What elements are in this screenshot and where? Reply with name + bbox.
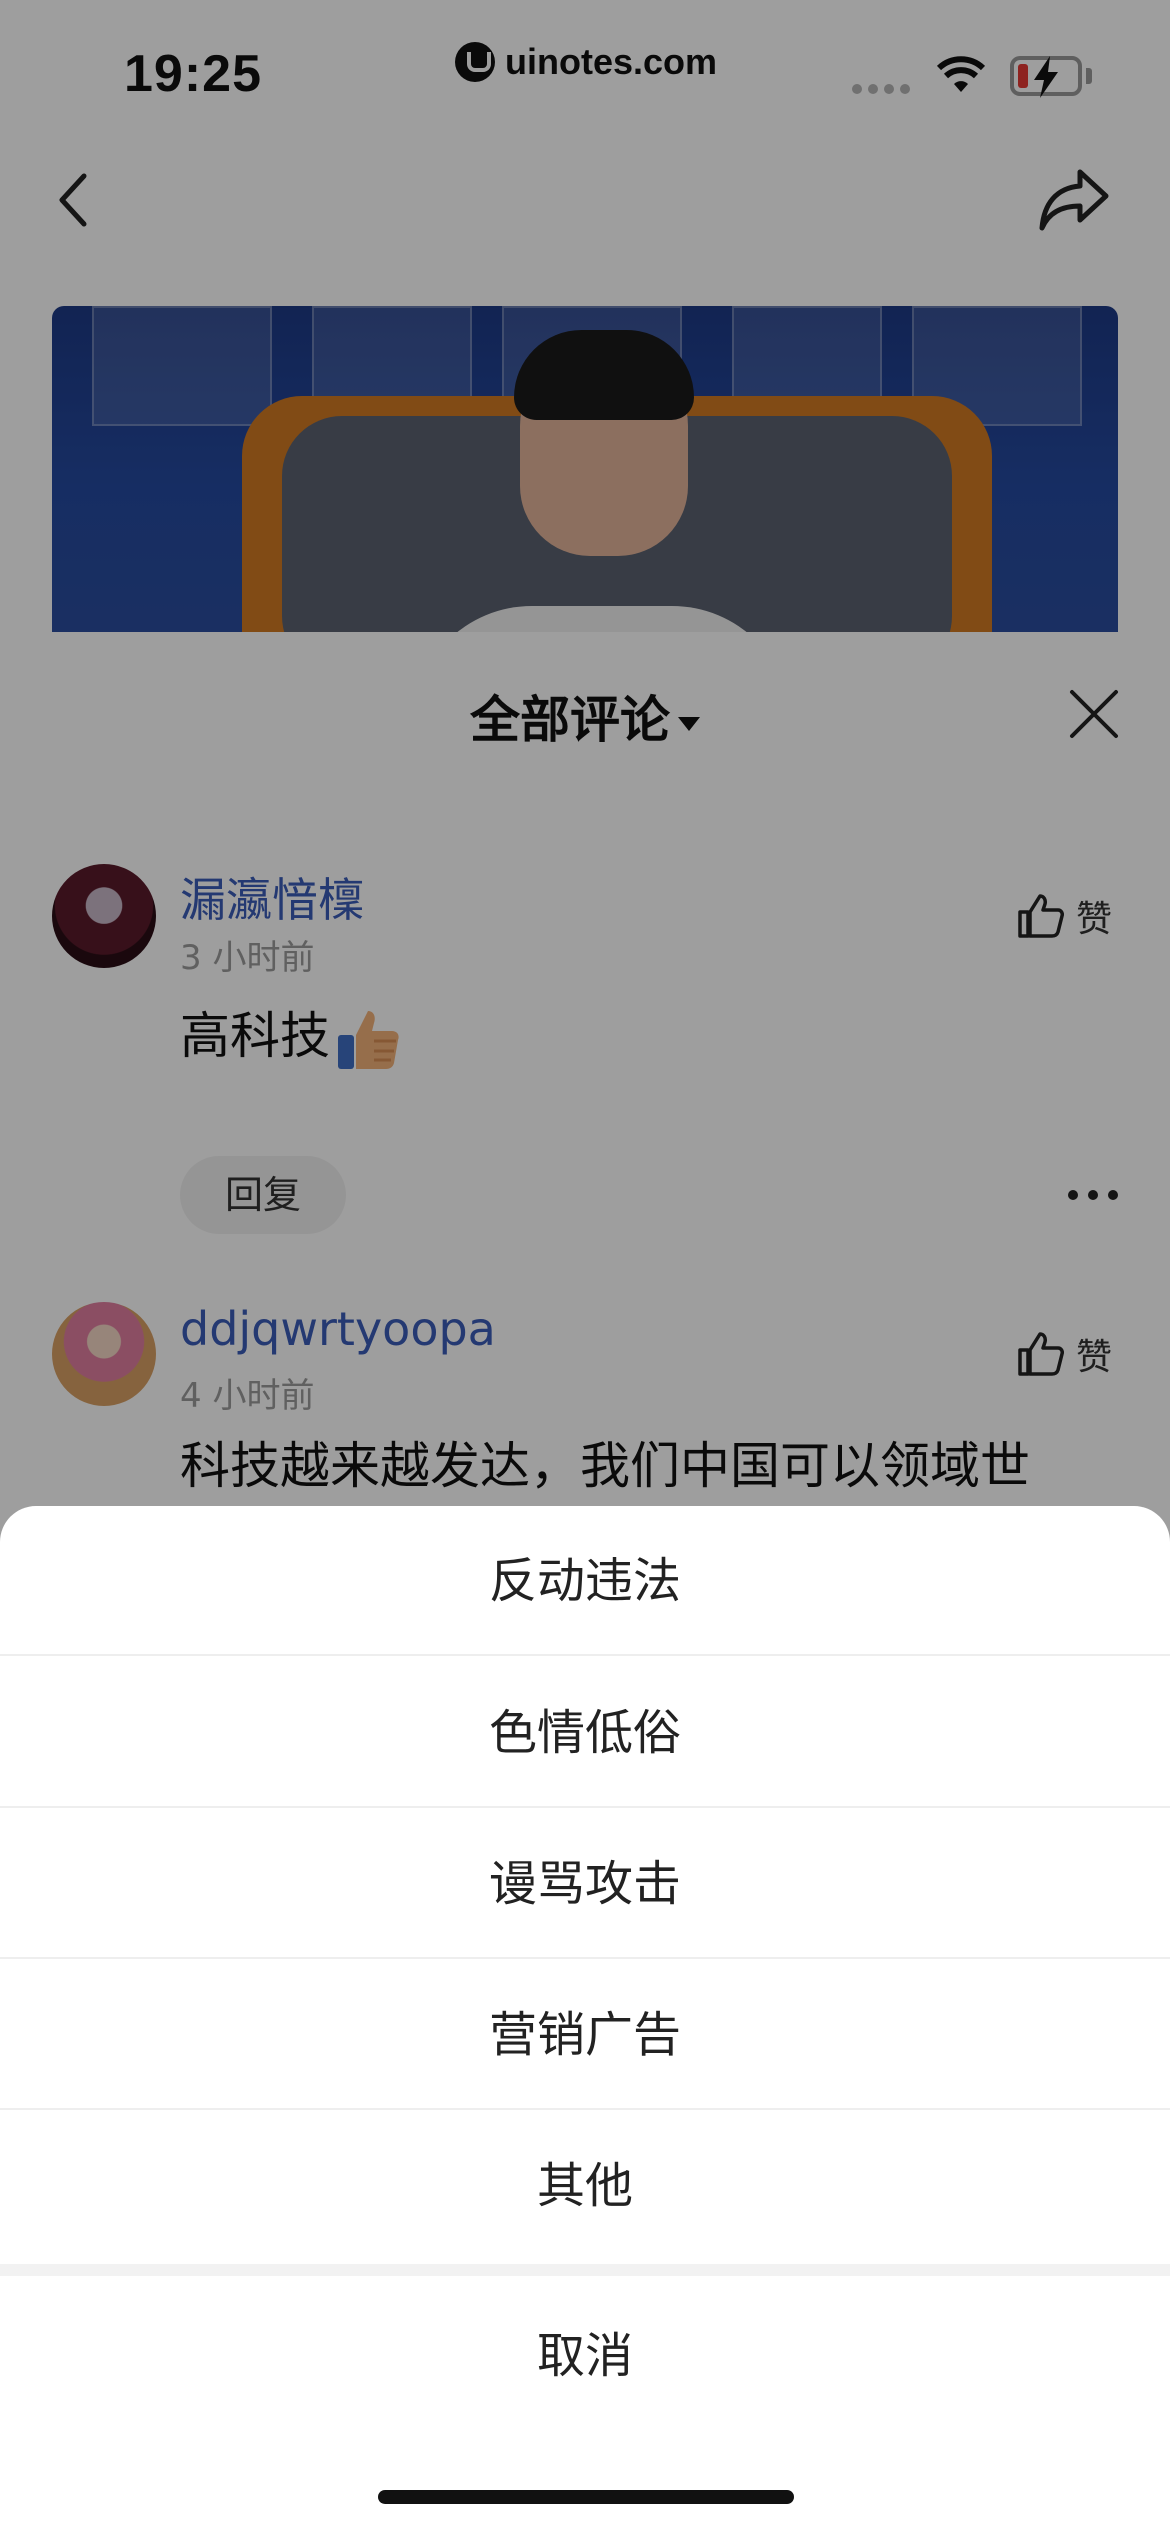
home-indicator[interactable] xyxy=(378,2490,794,2504)
report-option-other[interactable]: 其他 xyxy=(0,2111,1170,2261)
report-option-vulgar[interactable]: 色情低俗 xyxy=(0,1658,1170,1808)
cancel-button[interactable]: 取消 xyxy=(0,2276,1170,2436)
report-action-sheet: 反动违法 色情低俗 谩骂攻击 营销广告 其他 取消 xyxy=(0,1506,1170,2532)
report-option-illegal[interactable]: 反动违法 xyxy=(0,1506,1170,1656)
report-option-abuse[interactable]: 谩骂攻击 xyxy=(0,1809,1170,1959)
report-option-advertising[interactable]: 营销广告 xyxy=(0,1960,1170,2110)
sheet-divider xyxy=(0,2264,1170,2276)
